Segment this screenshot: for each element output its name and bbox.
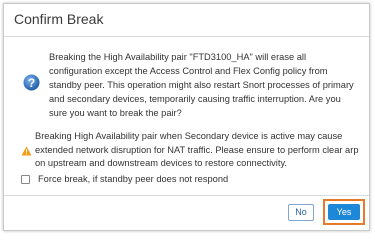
dialog-header: Confirm Break — [4, 4, 369, 37]
dialog-footer-divider — [4, 195, 369, 196]
yes-button-highlight: Yes — [323, 199, 365, 225]
force-break-option[interactable]: Force break, if standby peer does not re… — [21, 172, 228, 186]
force-break-checkbox[interactable] — [21, 174, 30, 184]
yes-button[interactable]: Yes — [328, 204, 360, 220]
force-break-label: Force break, if standby peer does not re… — [38, 174, 229, 184]
warning-icon — [21, 143, 32, 161]
no-button[interactable]: No — [288, 204, 314, 221]
confirm-message: Breaking the High Availability pair "FTD… — [49, 52, 354, 118]
dialog-title: Confirm Break — [14, 11, 104, 27]
confirm-break-dialog: Confirm Break ? Breaking the High Availa… — [3, 3, 370, 231]
question-icon: ? — [23, 74, 40, 96]
svg-text:?: ? — [28, 76, 35, 90]
warning-message: Breaking High Availability pair when Sec… — [35, 131, 359, 168]
